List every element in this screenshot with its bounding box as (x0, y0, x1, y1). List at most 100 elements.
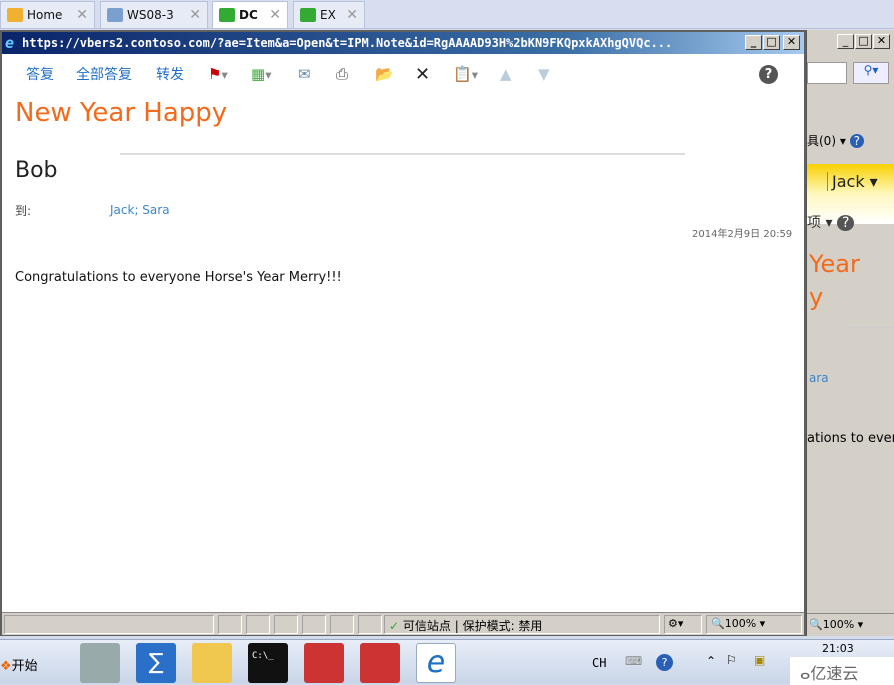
explorer-icon[interactable] (192, 643, 232, 683)
toolbox-icon[interactable] (360, 643, 400, 683)
tools-menu[interactable]: 具(0) ▾ ? (807, 132, 865, 149)
toolbox-icon[interactable] (304, 643, 344, 683)
status-cell (4, 615, 214, 634)
tab-home[interactable]: Home ✕ (0, 1, 95, 28)
status-bar: ✓ 可信站点 | 保护模式: 禁用 ⚙▾ 🔍100% ▾ (2, 612, 804, 635)
search-button[interactable]: ⚲▾ (853, 62, 889, 84)
reply-button[interactable]: 答复 (26, 64, 54, 84)
status-cell (358, 615, 382, 634)
popup-blocker-button[interactable]: ⚙▾ (664, 615, 702, 634)
previous-item-icon[interactable]: ▲ (500, 65, 512, 83)
paste-icon[interactable]: 📋▾ (453, 65, 478, 83)
delete-icon[interactable]: ✕ (415, 64, 430, 85)
search-input[interactable] (807, 62, 847, 84)
user-name: Jack (832, 172, 865, 191)
close-button[interactable]: ✕ (873, 34, 890, 49)
powershell-icon[interactable]: ∑ (136, 643, 176, 683)
watermark-text: 亿速云 (810, 664, 859, 683)
status-cell (246, 615, 270, 634)
vm-tab-bar: Home ✕ WS08-3 ✕ DC ✕ EX ✕ (0, 0, 894, 29)
print-icon[interactable]: ⎙ (336, 65, 348, 83)
start-label: 开始 (11, 659, 38, 674)
check-icon: ✓ (389, 619, 400, 633)
tab-label: Home (27, 8, 63, 22)
sent-date: 2014年2月9日 20:59 (692, 229, 793, 240)
categories-icon[interactable]: ▦▾ (251, 65, 271, 83)
message-body: Congratulations to everyone Horse's Year… (15, 270, 342, 285)
maximize-button[interactable]: □ (855, 34, 872, 49)
message-subject: New Year Happy (15, 98, 228, 128)
options-label: 项 (807, 215, 821, 231)
divider (849, 327, 894, 328)
zoom-value: 100% (724, 617, 757, 630)
status-cell (218, 615, 242, 634)
watermark-logo: ⴰ亿速云 (790, 657, 894, 685)
flag-icon[interactable]: ⚑▾ (208, 65, 228, 83)
subject-fragment: Year y (809, 248, 860, 314)
tab-ex[interactable]: EX ✕ (293, 1, 365, 28)
to-label: 到: (15, 204, 32, 218)
help-icon: ? (849, 134, 865, 148)
recipients-fragment[interactable]: ara (809, 371, 829, 385)
vm-paused-icon (107, 8, 123, 22)
ie-icon: e (5, 34, 15, 52)
options-menu[interactable]: 项 ▾ ? (807, 212, 855, 232)
tab-label: EX (320, 8, 336, 22)
zoom-value: 100% (822, 618, 855, 631)
language-indicator[interactable]: CH (592, 656, 606, 670)
tab-label: WS08-3 (127, 8, 174, 22)
start-button[interactable]: ❖开始 (0, 643, 50, 683)
reply-all-button[interactable]: 全部答复 (76, 64, 132, 84)
windows-icon: ❖ (0, 659, 12, 674)
show-hidden-icons[interactable]: ⌃ (706, 654, 716, 668)
help-icon[interactable]: ? (759, 64, 778, 84)
tab-label: DC (239, 8, 258, 22)
help-icon[interactable]: ? (656, 654, 673, 671)
message-toolbar: 答复 全部答复 转发 ⚑▾ ▦▾ ✉ ⎙ 📂 ✕ 📋▾ ▲ ▼ ? (2, 58, 804, 90)
open-folder-icon[interactable]: 📂 (375, 65, 394, 83)
message-popup-window: e https://vbers2.contoso.com/?ae=Item&a=… (0, 30, 806, 636)
server-manager-icon[interactable] (80, 643, 120, 683)
minimize-button[interactable]: _ (837, 34, 854, 49)
keyboard-icon[interactable]: ⌨ (625, 654, 642, 668)
status-cell (302, 615, 326, 634)
clock[interactable]: 21:03 (822, 642, 854, 655)
maximize-button[interactable]: □ (763, 35, 780, 50)
flag-icon[interactable]: ⚐ (726, 653, 737, 667)
divider (120, 153, 685, 155)
tools-label: 具(0) (807, 134, 836, 148)
close-icon[interactable]: ✕ (269, 7, 281, 23)
status-cell (330, 615, 354, 634)
internet-explorer-icon[interactable]: e (416, 643, 456, 683)
background-browser-window: _ □ ✕ ⚲▾ 具(0) ▾ ? Jack ▾ 项 ▾ ? Year y ara… (805, 30, 894, 636)
tab-ws08-3[interactable]: WS08-3 ✕ (100, 1, 208, 28)
network-icon[interactable]: ▣ (754, 653, 765, 667)
forward-button[interactable]: 转发 (156, 64, 184, 84)
cmd-icon[interactable]: C:\_ (248, 643, 288, 683)
window-title: https://vbers2.contoso.com/?ae=Item&a=Op… (22, 36, 673, 50)
zoom-icon: 🔍 (711, 617, 725, 630)
home-icon (7, 8, 23, 22)
close-button[interactable]: ✕ (783, 35, 800, 50)
close-icon[interactable]: ✕ (76, 7, 88, 23)
subject-line-2: y (809, 283, 824, 311)
close-icon[interactable]: ✕ (346, 7, 358, 23)
vm-running-icon (219, 8, 235, 22)
zoom-control[interactable]: 🔍100% ▾ (807, 613, 894, 636)
taskbar: ❖开始 ∑ C:\_ e CH ⌨ ? ⌃ ⚐ ▣ 21:03 ⴰ亿速云 (0, 639, 894, 685)
subject-line-1: Year (809, 250, 860, 278)
tab-dc[interactable]: DC ✕ (212, 1, 288, 28)
next-item-icon[interactable]: ▼ (538, 65, 550, 83)
move-icon[interactable]: ✉ (298, 65, 311, 83)
recipients[interactable]: Jack; Sara (110, 203, 170, 217)
security-zone[interactable]: ✓ 可信站点 | 保护模式: 禁用 (384, 615, 660, 634)
user-menu[interactable]: Jack ▾ (827, 172, 878, 191)
status-cell (274, 615, 298, 634)
close-icon[interactable]: ✕ (189, 7, 201, 23)
vm-running-icon (300, 8, 316, 22)
zoom-control[interactable]: 🔍100% ▾ (706, 615, 802, 634)
body-fragment: ations to ever (807, 431, 894, 446)
minimize-button[interactable]: _ (745, 35, 762, 50)
sender-name[interactable]: Bob (15, 158, 58, 183)
title-bar: e https://vbers2.contoso.com/?ae=Item&a=… (2, 32, 804, 54)
